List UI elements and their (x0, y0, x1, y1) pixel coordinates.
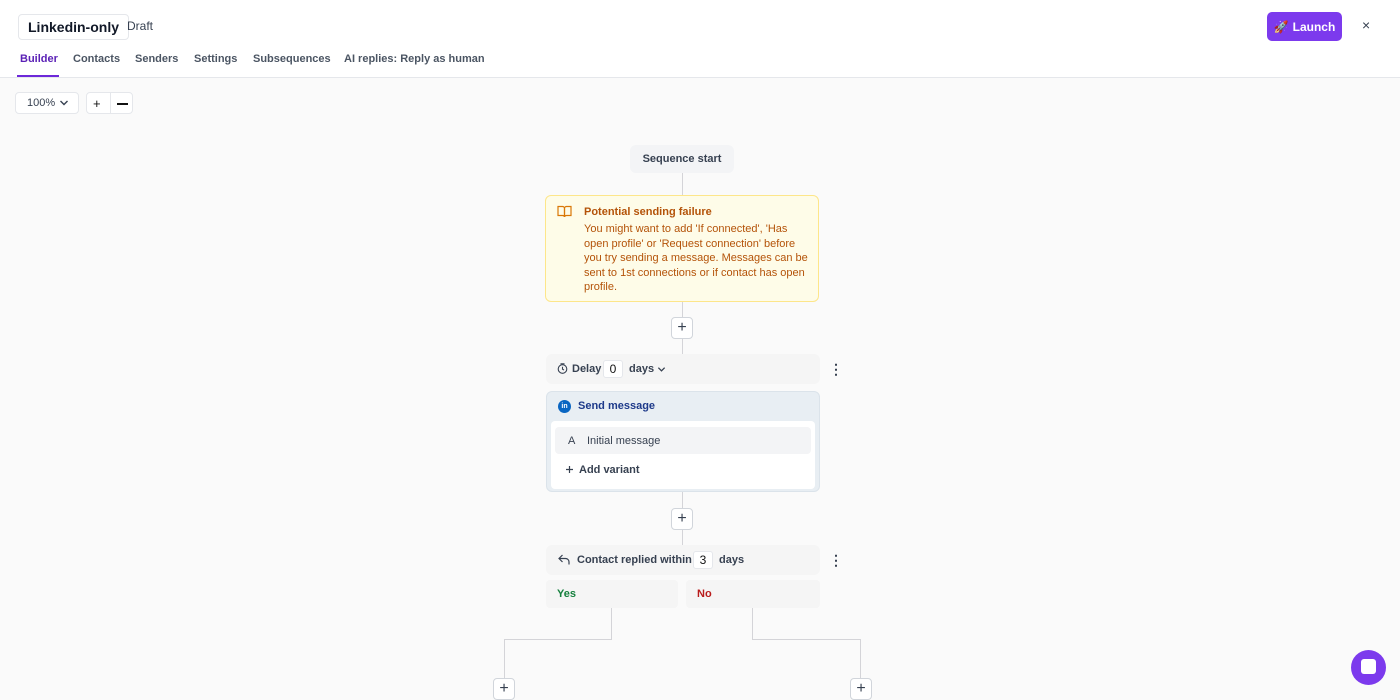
zoom-value: 100% (27, 97, 56, 109)
add-step-button[interactable]: + (671, 317, 693, 339)
tab-ai-replies[interactable]: AI replies: Reply as human (344, 53, 485, 65)
linkedin-icon: in (558, 400, 571, 413)
tab-settings[interactable]: Settings (194, 53, 237, 65)
delay-unit-select[interactable]: days (629, 363, 666, 375)
connector-line (682, 530, 683, 545)
tab-contacts[interactable]: Contacts (73, 53, 120, 65)
add-step-button[interactable]: + (671, 508, 693, 530)
warning-text: You might want to add 'If connected', 'H… (584, 223, 808, 293)
delay-days-input[interactable]: 0 (603, 360, 623, 378)
yes-label: Yes (557, 588, 576, 600)
warning-box: Potential sending failure You might want… (545, 195, 819, 302)
no-label: No (697, 588, 712, 600)
delay-menu-icon[interactable]: ⋮ (829, 362, 843, 376)
reply-days-input[interactable]: 3 (693, 551, 713, 569)
reply-menu-icon[interactable]: ⋮ (829, 553, 843, 567)
variant-row[interactable]: A Initial message (555, 427, 811, 454)
zoom-select[interactable]: 100% (15, 92, 79, 114)
sequence-start-node: Sequence start (630, 145, 734, 173)
connector-line (682, 492, 683, 508)
reply-unit-label: days (719, 554, 745, 566)
connector-line (505, 639, 612, 640)
variants-panel: A Initial message Add variant (551, 421, 815, 489)
reply-condition-step: Contact replied within 3 days (546, 545, 820, 575)
connector-line (682, 339, 683, 354)
book-icon (557, 205, 572, 218)
rocket-icon: 🚀 (1273, 19, 1289, 34)
active-tab-indicator (17, 75, 59, 77)
connector-line (611, 608, 612, 639)
add-variant-label: Add variant (579, 464, 640, 476)
delay-unit-label: days (629, 363, 655, 375)
status-badge: Draft (127, 19, 154, 33)
close-icon[interactable]: × (1362, 17, 1370, 33)
variant-label: Initial message (587, 435, 661, 447)
variant-letter: A (568, 435, 576, 447)
tab-builder[interactable]: Builder (20, 53, 58, 65)
add-variant-button[interactable]: Add variant (565, 464, 640, 476)
no-branch: No (686, 580, 820, 608)
chat-support-button[interactable] (1351, 650, 1386, 685)
chat-icon (1361, 659, 1376, 674)
plus-icon (566, 466, 573, 473)
zoom-in-button[interactable]: + (93, 96, 101, 111)
add-step-button-yes[interactable]: + (493, 678, 515, 700)
yes-branch: Yes (546, 580, 678, 608)
add-step-button-no[interactable]: + (850, 678, 872, 700)
reply-condition-label: Contact replied within (577, 554, 692, 566)
delay-step: Delay 0 days (546, 354, 820, 384)
connector-line (682, 173, 683, 195)
send-message-step: in Send message A Initial message Add va… (546, 391, 820, 492)
connector-line (752, 639, 861, 640)
tab-subsequences[interactable]: Subsequences (253, 53, 331, 65)
top-bar: Linkedin-only Draft 🚀 Launch × Builder C… (0, 0, 1400, 78)
connector-line (504, 639, 505, 678)
launch-label: Launch (1292, 19, 1336, 34)
chevron-down-icon (60, 100, 68, 106)
chevron-down-icon (658, 366, 666, 372)
zoom-buttons: + (86, 92, 133, 114)
clock-icon (557, 363, 568, 374)
launch-button[interactable]: 🚀 Launch (1267, 12, 1342, 41)
sequence-title[interactable]: Linkedin-only (18, 14, 129, 40)
connector-line (682, 302, 683, 317)
connector-line (860, 639, 861, 678)
zoom-divider (110, 93, 111, 113)
warning-title: Potential sending failure (584, 206, 712, 218)
connector-line (752, 608, 753, 639)
tab-senders[interactable]: Senders (135, 53, 178, 65)
delay-label: Delay (572, 363, 602, 375)
reply-icon (558, 554, 570, 565)
zoom-out-button[interactable] (117, 103, 128, 105)
send-message-title: Send message (578, 400, 656, 412)
